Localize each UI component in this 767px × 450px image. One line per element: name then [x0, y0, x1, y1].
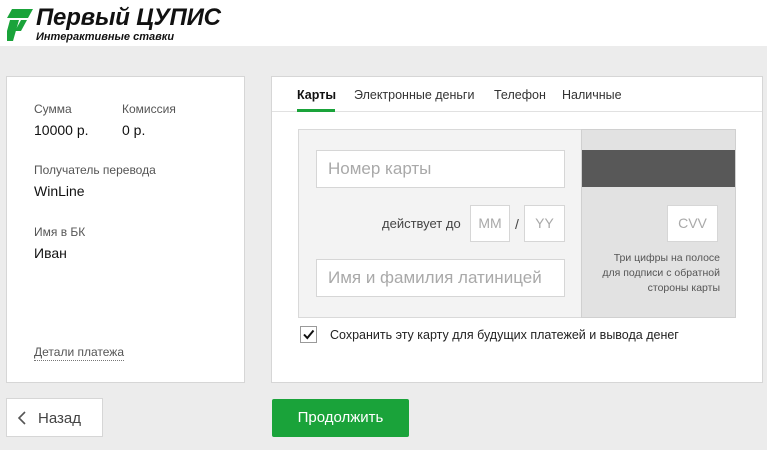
payment-method-panel: Карты Электронные деньги Телефон Наличны…	[271, 76, 763, 383]
bk-name-value: Иван	[34, 245, 67, 261]
cvv-input[interactable]: CVV	[667, 205, 718, 242]
brand-title: Первый ЦУПИС	[36, 4, 221, 31]
continue-button-label: Продолжить	[297, 409, 384, 426]
tab-phone[interactable]: Телефон	[494, 88, 546, 102]
expiry-year-input[interactable]: YY	[524, 205, 565, 242]
magnetic-stripe	[582, 150, 735, 187]
expiry-month-input[interactable]: ММ	[470, 205, 510, 242]
cvv-hint: Три цифры на полосе для подписи с обратн…	[602, 252, 720, 294]
continue-button[interactable]: Продолжить	[272, 399, 409, 437]
checkmark-icon	[303, 329, 315, 340]
payment-details-link[interactable]: Детали платежа	[34, 345, 124, 361]
expiry-separator: /	[515, 216, 519, 232]
valid-thru-label: действует до	[382, 216, 461, 231]
save-card-checkbox[interactable]	[300, 326, 317, 343]
recipient-label: Получатель перевода	[34, 163, 156, 177]
payment-summary-panel: Сумма 10000 р. Комиссия 0 р. Получатель …	[6, 76, 245, 383]
cardholder-name-input[interactable]: Имя и фамилия латиницей	[316, 259, 565, 297]
bk-name-label: Имя в БК	[34, 225, 86, 239]
fee-label: Комиссия	[122, 102, 176, 116]
amount-value: 10000 р.	[34, 122, 89, 138]
amount-label: Сумма	[34, 102, 72, 116]
fee-value: 0 р.	[122, 122, 146, 138]
save-card-label: Сохранить эту карту для будущих платежей…	[330, 328, 679, 342]
back-button[interactable]: Назад	[6, 398, 103, 437]
brand-subtitle: Интерактивные ставки	[36, 31, 175, 43]
chevron-left-icon	[17, 411, 26, 425]
tab-cards[interactable]: Карты	[297, 88, 336, 102]
card-front: Номер карты действует до ММ / YY Имя и ф…	[298, 129, 581, 318]
active-tab-indicator	[297, 109, 335, 112]
header: Первый ЦУПИС Интерактивные ставки	[0, 0, 767, 46]
payment-tabs: Карты Электронные деньги Телефон Наличны…	[272, 77, 762, 112]
card-back: CVV Три цифры на полосе для подписи с об…	[581, 129, 736, 318]
brand-logo-icon	[7, 9, 33, 41]
back-button-label: Назад	[38, 410, 81, 427]
card-number-input[interactable]: Номер карты	[316, 150, 565, 188]
recipient-value: WinLine	[34, 183, 85, 199]
tab-cash[interactable]: Наличные	[562, 88, 622, 102]
tab-e-money[interactable]: Электронные деньги	[354, 88, 474, 102]
